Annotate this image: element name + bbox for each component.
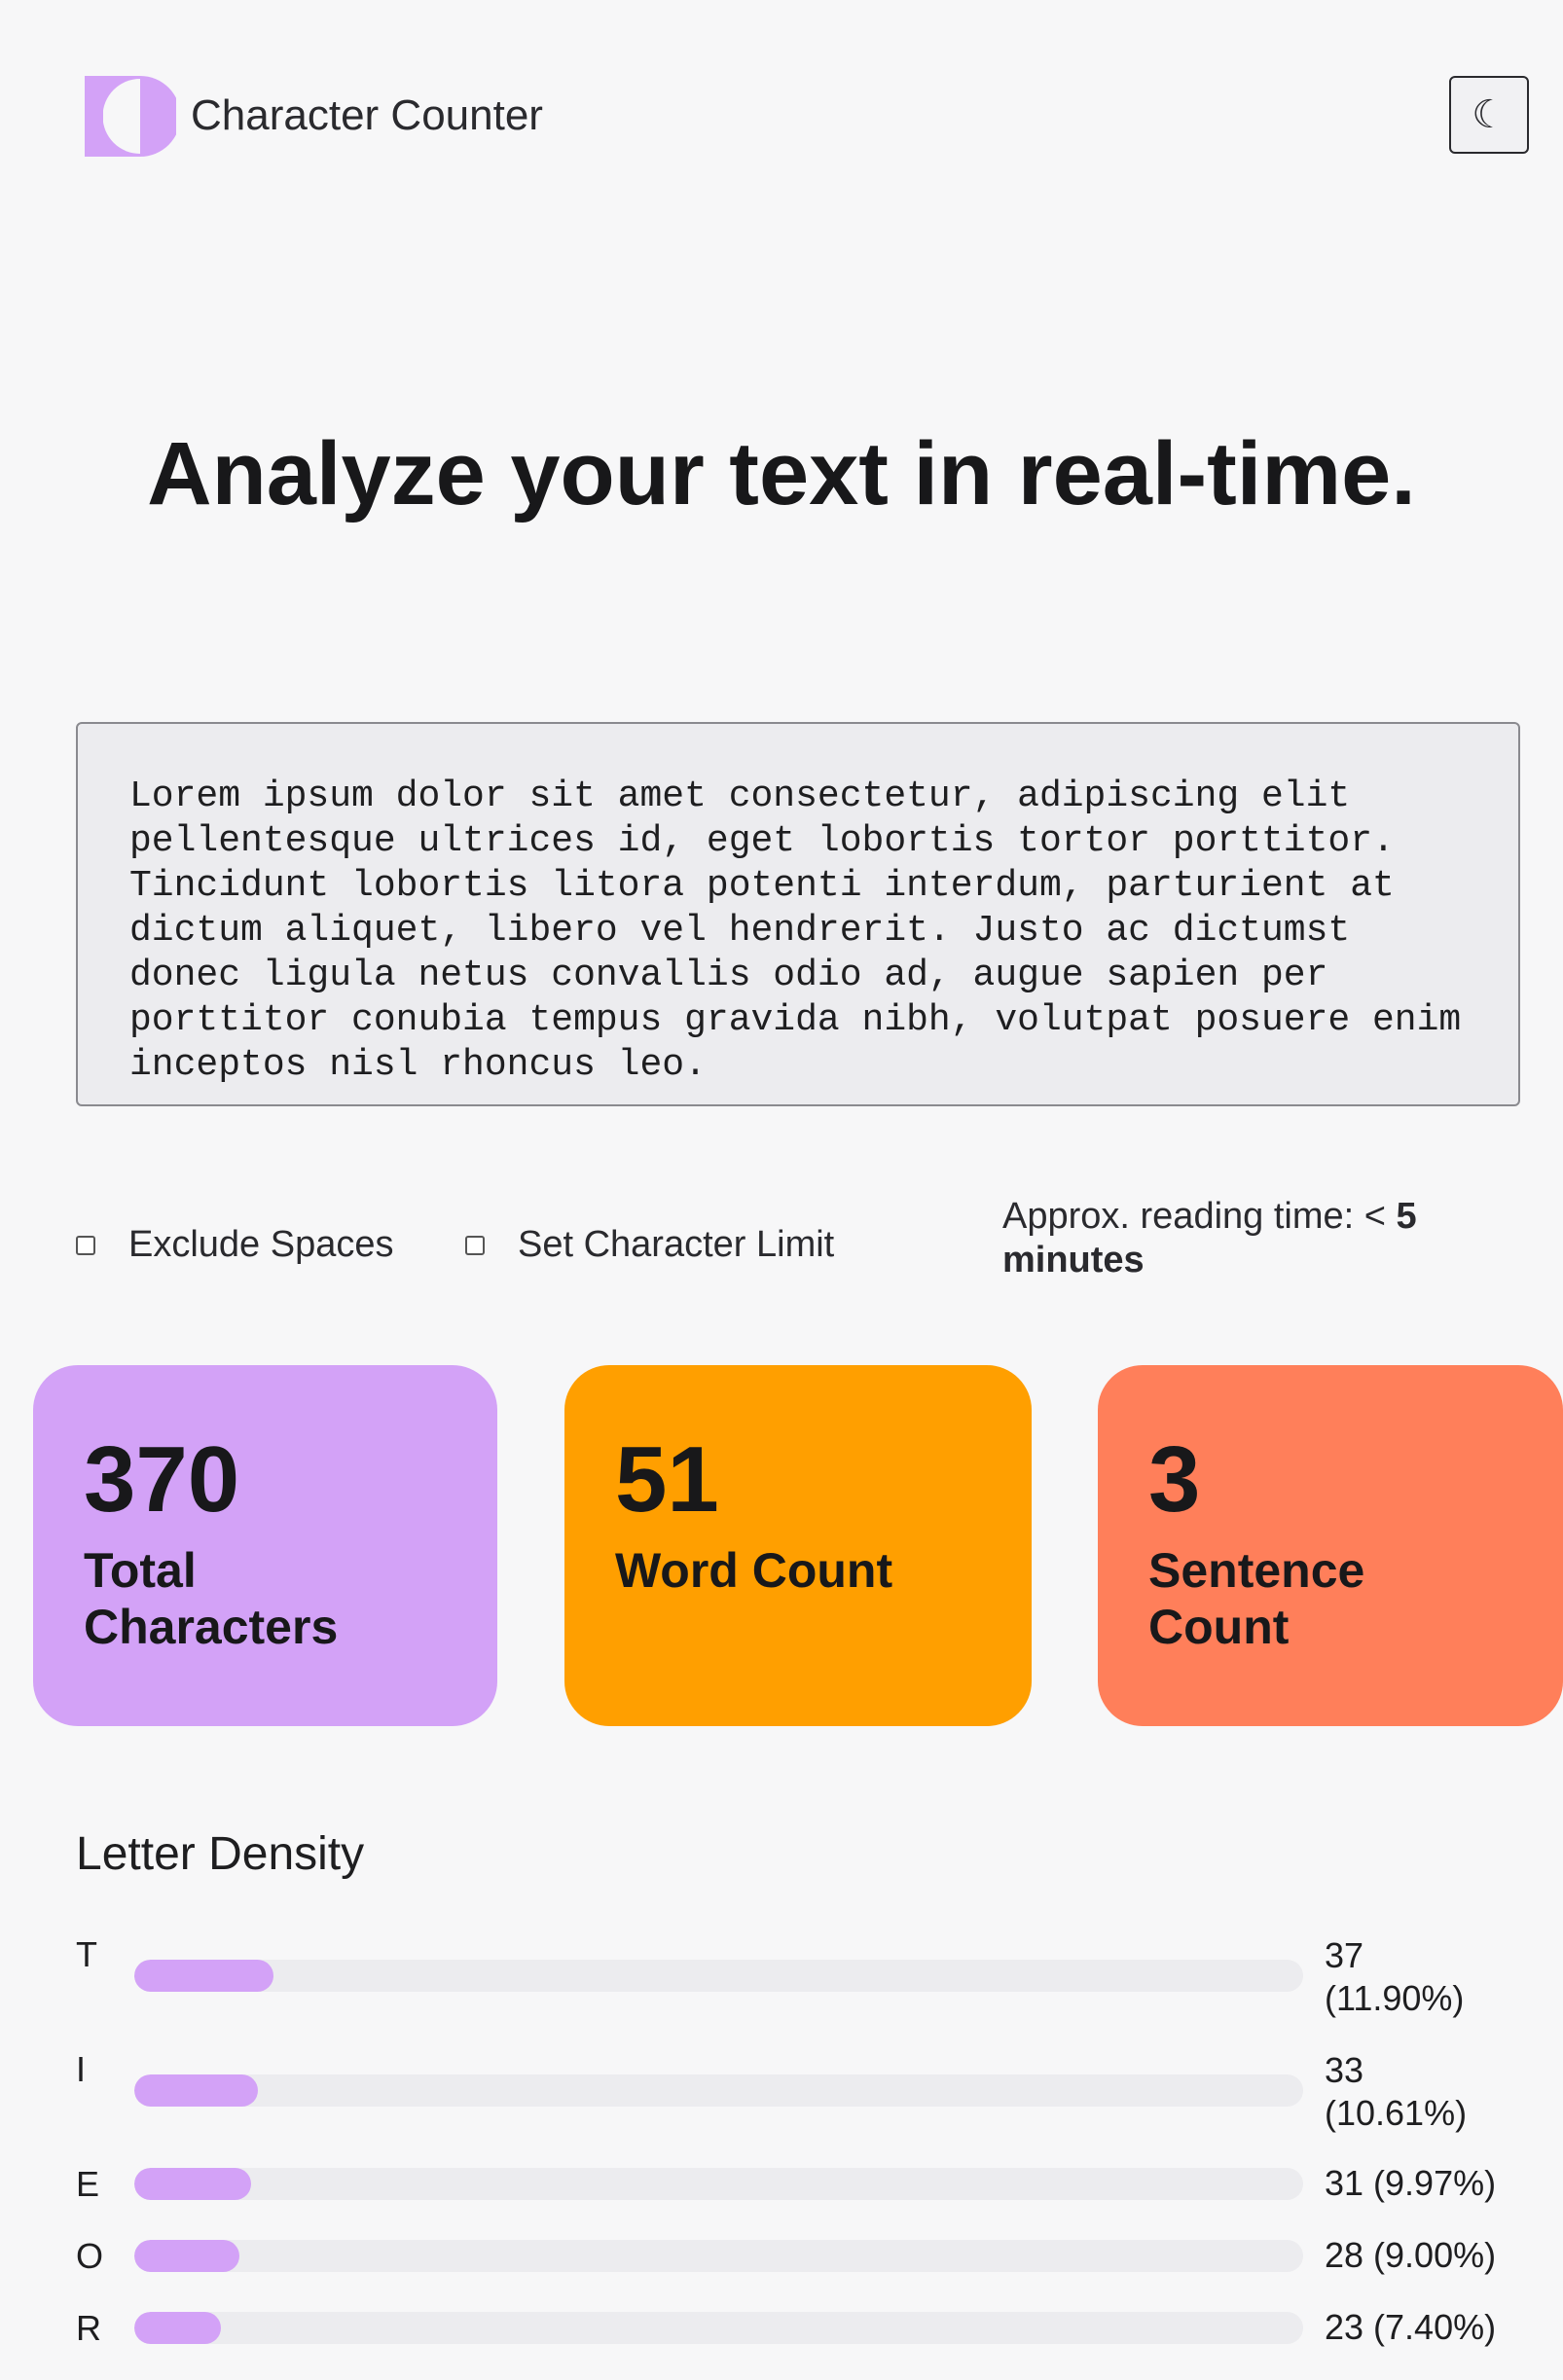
hero-title: Analyze your text in real-time. xyxy=(147,424,1416,523)
exclude-spaces-label: Exclude Spaces xyxy=(128,1224,394,1265)
theme-toggle-button[interactable]: ☾ xyxy=(1449,76,1529,154)
density-value: 28 (9.00%) xyxy=(1325,2235,1497,2275)
density-value: 37 (11.90%) xyxy=(1325,1935,1465,2018)
density-letter: I xyxy=(76,2049,87,2089)
text-input[interactable]: Lorem ipsum dolor sit amet consectetur, … xyxy=(76,722,1520,1106)
stat-label: Total Characters xyxy=(84,1543,339,1654)
density-letter: R xyxy=(76,2308,101,2348)
density-letter: T xyxy=(76,1934,97,1974)
stat-label: Word Count xyxy=(615,1543,893,1598)
density-bar-track xyxy=(134,2312,1303,2344)
char-limit-option[interactable]: Set Character Limit xyxy=(465,1224,834,1266)
stat-value: 370 xyxy=(84,1427,240,1532)
reading-time: Approx. reading time: < 5 minutes xyxy=(1002,1195,1508,1282)
exclude-spaces-checkbox[interactable] xyxy=(76,1235,95,1255)
density-bar-track xyxy=(134,2240,1303,2272)
density-value: 33 (10.61%) xyxy=(1325,2050,1468,2133)
stat-value: 51 xyxy=(615,1427,719,1532)
density-letter: E xyxy=(76,2164,100,2204)
density-value: 23 (7.40%) xyxy=(1325,2307,1497,2347)
app-title: Character Counter xyxy=(191,91,543,139)
density-bar-track xyxy=(134,1960,1303,1992)
stat-card-total-characters: 370 Total Characters xyxy=(33,1365,497,1726)
exclude-spaces-option[interactable]: Exclude Spaces xyxy=(76,1224,394,1266)
density-bar-fill xyxy=(134,2240,240,2272)
header: Character Counter ☾ xyxy=(85,76,1529,159)
stat-card-sentence-count: 3 Sentence Count xyxy=(1098,1365,1563,1726)
stat-card-word-count: 51 Word Count xyxy=(564,1365,1032,1726)
letter-density-title: Letter Density xyxy=(76,1828,365,1880)
char-limit-label: Set Character Limit xyxy=(518,1224,835,1265)
density-value: 31 (9.97%) xyxy=(1325,2163,1497,2203)
char-limit-checkbox[interactable] xyxy=(465,1235,485,1255)
density-bar-fill xyxy=(134,1960,273,1992)
density-bar-fill xyxy=(134,2168,251,2200)
reading-time-prefix: Approx. reading time: < xyxy=(1002,1196,1397,1237)
density-bar-fill xyxy=(134,2074,259,2107)
stat-label: Sentence Count xyxy=(1148,1543,1365,1654)
density-letter: O xyxy=(76,2236,104,2276)
density-bar-track xyxy=(134,2168,1303,2200)
logo-icon xyxy=(85,76,176,157)
density-bar-track xyxy=(134,2074,1303,2107)
moon-icon: ☾ xyxy=(1472,92,1507,137)
stat-value: 3 xyxy=(1148,1427,1201,1532)
options-bar: Exclude Spaces Set Character Limit Appro… xyxy=(76,1195,1520,1282)
density-bar-fill xyxy=(134,2312,221,2344)
